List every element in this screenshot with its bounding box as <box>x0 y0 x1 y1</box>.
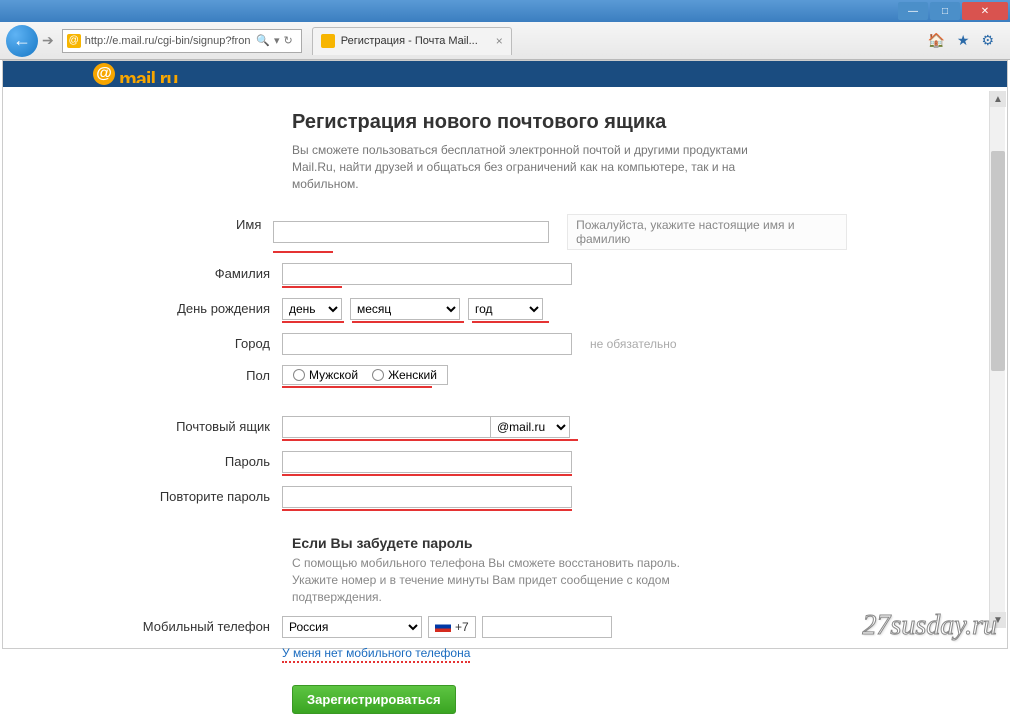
row-phone: Мобильный телефон Россия +7 У меня нет м… <box>87 616 847 663</box>
gender-female-radio[interactable]: Женский <box>372 368 437 382</box>
site-header: @ mail.ru <box>3 61 1007 87</box>
birthday-month-select[interactable]: месяц <box>350 298 460 320</box>
browser-tab[interactable]: Регистрация - Почта Mail... × <box>312 27 512 55</box>
scroll-up-arrow-icon[interactable]: ▲ <box>990 91 1006 107</box>
tab-close-icon[interactable]: × <box>496 34 503 48</box>
toolbar-right: 🏠 ★ ⚙ <box>927 32 1004 49</box>
address-bar-wrap: @ http://e.mail.ru/cgi-bin/signup?fron 🔍… <box>62 29 302 53</box>
flag-russia-icon <box>435 621 451 632</box>
scroll-thumb[interactable] <box>991 151 1005 371</box>
hint-city-optional: не обязательно <box>590 337 677 351</box>
nav-forward-button[interactable]: ➔ <box>42 32 54 49</box>
logo-text: mail.ru <box>119 65 178 83</box>
window-maximize-button[interactable]: □ <box>930 2 960 20</box>
search-icon[interactable]: 🔍 <box>256 34 270 47</box>
signup-form: Регистрация нового почтового ящика Вы см… <box>87 111 847 714</box>
tab-title: Регистрация - Почта Mail... <box>341 35 496 47</box>
nav-back-button[interactable]: ← <box>6 25 38 57</box>
password-input[interactable] <box>282 451 572 473</box>
watermark-text: 27susday.ru <box>862 610 997 642</box>
logo-at-icon: @ <box>93 63 115 85</box>
label-phone: Мобильный телефон <box>87 616 282 634</box>
row-gender: Пол Мужской Женский <box>87 365 847 388</box>
row-city: Город не обязательно <box>87 333 847 355</box>
hint-name: Пожалуйста, укажите настоящие имя и фами… <box>567 214 847 250</box>
refresh-icon[interactable]: ↻ <box>284 34 293 47</box>
settings-gear-icon[interactable]: ⚙ <box>981 32 994 49</box>
row-password-confirm: Повторите пароль <box>87 486 847 511</box>
favorites-icon[interactable]: ★ <box>957 32 970 49</box>
window-minimize-button[interactable]: — <box>898 2 928 20</box>
window-close-button[interactable]: ✕ <box>962 2 1008 20</box>
label-lastname: Фамилия <box>87 263 282 281</box>
page-title: Регистрация нового почтового ящика <box>292 111 847 134</box>
tab-favicon-icon <box>321 34 335 48</box>
row-password: Пароль <box>87 451 847 476</box>
birthday-day-select[interactable]: день <box>282 298 342 320</box>
city-input[interactable] <box>282 333 572 355</box>
label-city: Город <box>87 333 282 351</box>
phone-country-select[interactable]: Россия <box>282 616 422 638</box>
recovery-section: Если Вы забудете пароль С помощью мобиль… <box>292 535 847 605</box>
vertical-scrollbar[interactable]: ▲ ▼ <box>989 91 1005 628</box>
mailbox-input[interactable] <box>282 416 490 438</box>
recovery-text: С помощью мобильного телефона Вы сможете… <box>292 555 712 605</box>
row-lastname: Фамилия <box>87 263 847 288</box>
row-firstname: Имя Пожалуйста, укажите настоящие имя и … <box>87 214 847 253</box>
row-mailbox: Почтовый ящик @mail.ru <box>87 416 847 441</box>
recovery-heading: Если Вы забудете пароль <box>292 535 847 551</box>
address-controls: 🔍▾ ↻ <box>252 34 296 47</box>
firstname-input[interactable] <box>273 221 549 243</box>
gender-radio-group: Мужской Женский <box>282 365 448 385</box>
label-birthday: День рождения <box>87 298 282 316</box>
address-url: http://e.mail.ru/cgi-bin/signup?fron <box>85 35 253 47</box>
site-favicon-icon: @ <box>67 34 81 48</box>
password-confirm-input[interactable] <box>282 486 572 508</box>
phone-prefix: +7 <box>428 616 476 638</box>
birthday-year-select[interactable]: год <box>468 298 543 320</box>
browser-toolbar: ← ➔ @ http://e.mail.ru/cgi-bin/signup?fr… <box>0 22 1010 60</box>
label-password: Пароль <box>87 451 282 469</box>
no-phone-link[interactable]: У меня нет мобильного телефона <box>282 646 612 663</box>
page-subtitle: Вы сможете пользоваться бесплатной элект… <box>292 142 752 192</box>
page-viewport: @ mail.ru Регистрация нового почтового я… <box>2 60 1008 649</box>
label-firstname: Имя <box>87 214 273 232</box>
gender-male-radio[interactable]: Мужской <box>293 368 358 382</box>
window-titlebar: — □ ✕ <box>0 0 1010 22</box>
phone-number-input[interactable] <box>482 616 612 638</box>
submit-button[interactable]: Зарегистрироваться <box>292 685 456 714</box>
mailbox-domain-select[interactable]: @mail.ru <box>490 416 570 438</box>
label-mailbox: Почтовый ящик <box>87 416 282 434</box>
row-birthday: День рождения день месяц год <box>87 298 847 323</box>
address-bar[interactable]: @ http://e.mail.ru/cgi-bin/signup?fron 🔍… <box>62 29 302 53</box>
label-password-confirm: Повторите пароль <box>87 486 282 504</box>
lastname-input[interactable] <box>282 263 572 285</box>
home-icon[interactable]: 🏠 <box>927 32 944 49</box>
label-gender: Пол <box>87 365 282 383</box>
